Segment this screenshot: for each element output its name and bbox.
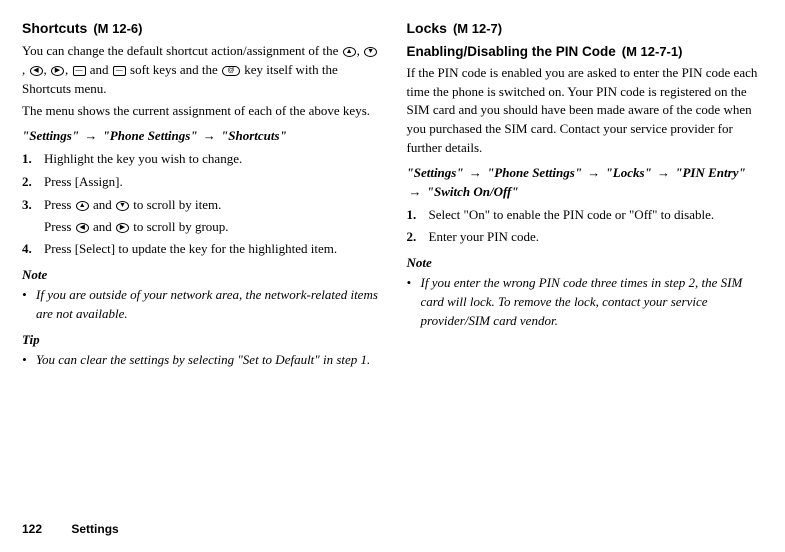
arrow-icon: → [407, 184, 424, 199]
locks-title: Locks [407, 18, 447, 38]
nav-p1: "Settings" [407, 165, 464, 180]
arrow-icon: → [655, 165, 672, 180]
down-key-icon [364, 47, 377, 57]
right-column: Locks (M 12-7) Enabling/Disabling the PI… [407, 18, 764, 370]
s3sub-b: and [90, 219, 115, 234]
left-key-icon [30, 66, 43, 76]
right-key-icon [51, 66, 64, 76]
left-column: Shortcuts (M 12-6) You can change the de… [22, 18, 379, 370]
s3a: Press [44, 197, 75, 212]
step-body: Enter your PIN code. [429, 228, 764, 247]
pin-intro: If the PIN code is enabled you are asked… [407, 64, 764, 158]
nav-p2: "Phone Settings" [487, 165, 582, 180]
nav-p2: "Phone Settings" [103, 128, 198, 143]
footer-section: Settings [71, 522, 118, 536]
step-body: Select "On" to enable the PIN code or "O… [429, 206, 764, 225]
down-key-icon [116, 201, 129, 211]
arrow-icon: → [585, 165, 602, 180]
shortcuts-nav-path: "Settings" → "Phone Settings" → "Shortcu… [22, 127, 379, 146]
up-key-icon [343, 47, 356, 57]
note-list: If you are outside of your network area,… [22, 286, 379, 324]
s3sub-c: to scroll by group. [130, 219, 229, 234]
nav-p5: "Switch On/Off" [427, 184, 519, 199]
center-key-icon [222, 66, 240, 76]
step-1: Select "On" to enable the PIN code or "O… [407, 206, 764, 225]
note-item: If you are outside of your network area,… [22, 286, 379, 324]
intro-and: and [87, 62, 112, 77]
shortcuts-header: Shortcuts (M 12-6) [22, 18, 379, 39]
up-key-icon [76, 201, 89, 211]
note-text: If you enter the wrong PIN code three ti… [421, 274, 764, 331]
pin-nav-path: "Settings" → "Phone Settings" → "Locks" … [407, 164, 764, 202]
shortcuts-title: Shortcuts [22, 18, 87, 38]
page-footer: 122 Settings [22, 521, 119, 538]
softkey-right-icon [113, 66, 126, 76]
arrow-icon: → [467, 165, 484, 180]
step-body: Press and to scroll by item. Press and t… [44, 196, 379, 237]
step-2: Enter your PIN code. [407, 228, 764, 247]
step-3: Press and to scroll by item. Press and t… [22, 196, 379, 237]
locks-header: Locks (M 12-7) [407, 18, 764, 39]
pin-sub-header: Enabling/Disabling the PIN Code (M 12-7-… [407, 42, 764, 62]
step-4: Press [Select] to update the key for the… [22, 240, 379, 259]
step-1: Highlight the key you wish to change. [22, 150, 379, 169]
nav-p3: "Locks" [606, 165, 652, 180]
note-list: If you enter the wrong PIN code three ti… [407, 274, 764, 331]
step-2: Press [Assign]. [22, 173, 379, 192]
note-text: If you are outside of your network area,… [36, 286, 379, 324]
shortcuts-para2: The menu shows the current assignment of… [22, 102, 379, 121]
nav-p1: "Settings" [22, 128, 79, 143]
pin-steps: Select "On" to enable the PIN code or "O… [407, 206, 764, 248]
s3c: to scroll by item. [130, 197, 221, 212]
note-item: If you enter the wrong PIN code three ti… [407, 274, 764, 331]
arrow-icon: → [201, 128, 218, 143]
note-heading: Note [22, 266, 379, 285]
shortcuts-intro: You can change the default shortcut acti… [22, 42, 379, 99]
page-number: 122 [22, 522, 42, 536]
intro-part-a: You can change the default shortcut acti… [22, 43, 342, 58]
note-heading: Note [407, 254, 764, 273]
locks-mcode: (M 12-7) [453, 20, 502, 39]
s3sub-a: Press [44, 219, 75, 234]
tip-item: You can clear the settings by selecting … [22, 351, 379, 370]
pin-sub-mcode: (M 12-7-1) [622, 43, 683, 62]
shortcuts-mcode: (M 12-6) [93, 20, 142, 39]
intro-part-b: soft keys and the [127, 62, 221, 77]
right-key-icon [116, 223, 129, 233]
s3b: and [90, 197, 115, 212]
pin-sub-title: Enabling/Disabling the PIN Code [407, 42, 616, 62]
step-body: Highlight the key you wish to change. [44, 150, 379, 169]
tip-heading: Tip [22, 331, 379, 350]
arrow-icon: → [82, 128, 99, 143]
step-body: Press [Select] to update the key for the… [44, 240, 379, 259]
nav-p3: "Shortcuts" [221, 128, 287, 143]
step-body: Press [Assign]. [44, 173, 379, 192]
shortcuts-steps: Highlight the key you wish to change. Pr… [22, 150, 379, 259]
step-3-sub: Press and to scroll by group. [44, 218, 379, 237]
tip-list: You can clear the settings by selecting … [22, 351, 379, 370]
softkey-left-icon [73, 66, 86, 76]
left-key-icon [76, 223, 89, 233]
tip-text: You can clear the settings by selecting … [36, 351, 370, 370]
nav-p4: "PIN Entry" [675, 165, 745, 180]
